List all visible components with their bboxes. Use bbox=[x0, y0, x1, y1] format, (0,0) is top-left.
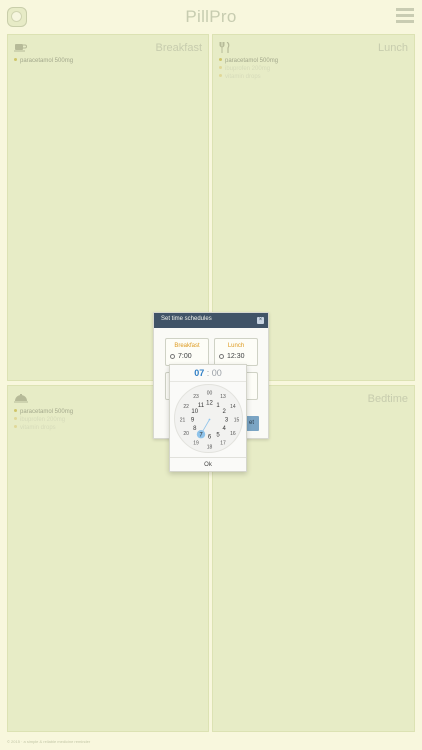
hamburger-menu-icon[interactable] bbox=[396, 8, 414, 23]
panel-title: Lunch bbox=[378, 42, 408, 54]
top-bar: PillPro bbox=[0, 0, 422, 33]
hour-option[interactable]: 10 bbox=[191, 409, 198, 415]
hour-option[interactable]: 17 bbox=[220, 441, 226, 447]
dialog-header: Set time schedules × bbox=[154, 313, 268, 328]
picker-hour[interactable]: 07 bbox=[194, 368, 204, 378]
hour-option[interactable]: 12 bbox=[206, 401, 213, 407]
hour-option[interactable]: 15 bbox=[234, 417, 240, 423]
picker-minute[interactable]: 00 bbox=[212, 368, 222, 378]
hour-option[interactable]: 6 bbox=[208, 435, 212, 441]
hour-option[interactable]: 4 bbox=[223, 426, 227, 432]
list-item[interactable]: vitamin drops bbox=[14, 424, 73, 432]
hour-option[interactable]: 2 bbox=[223, 409, 227, 415]
hour-option[interactable]: 5 bbox=[216, 432, 220, 438]
hour-option[interactable]: 22 bbox=[183, 404, 189, 410]
list-item[interactable]: paracetamol 500mg bbox=[14, 408, 73, 416]
hour-option[interactable]: 8 bbox=[193, 426, 197, 432]
clock-icon bbox=[170, 353, 175, 359]
slot-label: Lunch bbox=[227, 343, 245, 349]
hour-option[interactable]: 13 bbox=[220, 394, 226, 400]
picker-header: 07 : 00 bbox=[170, 365, 246, 382]
coffee-cup-icon bbox=[14, 42, 28, 53]
picker-separator: : bbox=[206, 368, 210, 378]
hour-option[interactable]: 21 bbox=[180, 417, 186, 423]
clock-face-svg: 00131415161718192021222312 1234567891011 bbox=[180, 390, 240, 450]
med-list: paracetamol 500mg ibuprofen 200mg vitami… bbox=[219, 57, 278, 81]
footer-text: © 2015 · a simple & reliable medicine re… bbox=[7, 739, 91, 744]
hour-option[interactable]: 16 bbox=[230, 431, 236, 437]
dialog-title: Set time schedules bbox=[161, 316, 212, 322]
hour-option[interactable]: 23 bbox=[193, 394, 199, 400]
fork-knife-icon bbox=[219, 41, 233, 53]
slot-label: Breakfast bbox=[174, 343, 200, 349]
lunch-time-slot[interactable]: Lunch 12:30 bbox=[214, 338, 258, 366]
list-item[interactable]: paracetamol 500mg bbox=[14, 57, 73, 65]
clock-picker: 07 : 00 00 13 14 15 16 17 18 19 20 21 22 23 12 1 2 3 4 5 6… bbox=[169, 364, 247, 472]
hour-option[interactable]: 19 bbox=[193, 441, 199, 447]
hour-option[interactable]: 1 bbox=[216, 403, 220, 409]
list-item[interactable]: vitamin drops bbox=[219, 73, 278, 81]
panel-title: Breakfast bbox=[155, 42, 202, 54]
close-icon[interactable]: × bbox=[257, 317, 264, 324]
app-title: PillPro bbox=[185, 7, 237, 26]
list-item[interactable]: paracetamol 500mg bbox=[219, 57, 278, 65]
clock-center bbox=[208, 418, 211, 421]
med-list: paracetamol 500mg ibuprofen 200mg vitami… bbox=[14, 408, 73, 432]
hour-option[interactable]: 3 bbox=[225, 418, 229, 424]
list-item[interactable]: ibuprofen 200mg bbox=[14, 416, 73, 424]
hour-option[interactable]: 9 bbox=[191, 418, 195, 424]
list-item[interactable]: ibuprofen 200mg bbox=[219, 65, 278, 73]
cloche-icon bbox=[14, 393, 28, 404]
ok-button[interactable]: Ok bbox=[170, 457, 246, 471]
hour-option[interactable]: 00 bbox=[207, 390, 213, 396]
hour-option[interactable]: 11 bbox=[198, 403, 205, 409]
breakfast-time-slot[interactable]: Breakfast 7:00 bbox=[165, 338, 209, 366]
clock-face[interactable]: 00 13 14 15 16 17 18 19 20 21 22 23 12 1 2 3 4 5 6 7 8 9 10 11 bbox=[174, 384, 243, 453]
panel-title: Bedtime bbox=[367, 393, 408, 405]
slot-time: 12:30 bbox=[219, 353, 245, 360]
hour-option[interactable]: 18 bbox=[207, 444, 213, 450]
hour-option[interactable]: 14 bbox=[230, 404, 236, 410]
clock-icon bbox=[219, 353, 224, 359]
slot-time: 7:00 bbox=[170, 353, 192, 360]
med-list: paracetamol 500mg bbox=[14, 57, 73, 65]
hour-option[interactable]: 20 bbox=[183, 431, 189, 437]
